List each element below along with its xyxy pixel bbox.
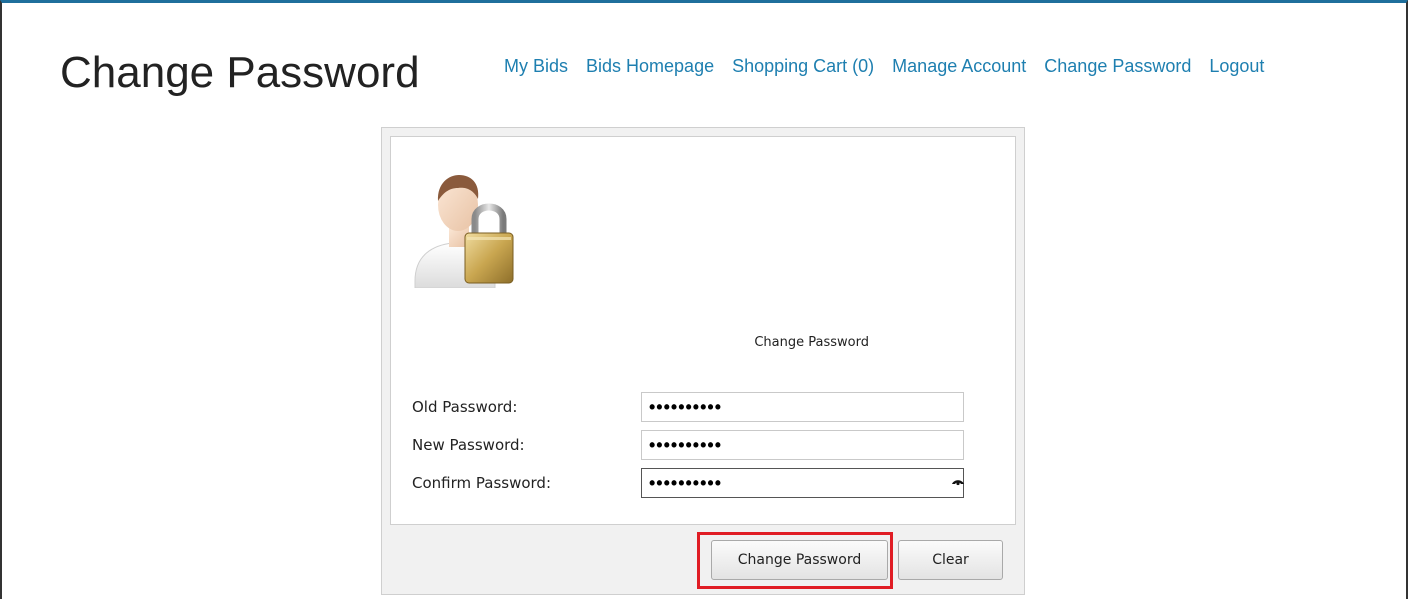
change-password-panel: Change Password [381,127,1025,595]
nav-manage-account[interactable]: Manage Account [892,56,1026,77]
new-password-label: New Password: [412,436,525,454]
old-password-label: Old Password: [412,398,518,416]
change-password-button[interactable]: Change Password [711,540,888,580]
old-password-row: Old Password: [412,392,972,422]
user-lock-icon [414,175,514,288]
eye-icon[interactable] [952,478,964,486]
confirm-password-input[interactable] [641,468,964,498]
confirm-password-row: Confirm Password: [412,468,972,498]
nav-logout[interactable]: Logout [1209,56,1264,77]
confirm-password-label: Confirm Password: [412,474,552,492]
nav-my-bids[interactable]: My Bids [504,56,568,77]
nav-bids-homepage[interactable]: Bids Homepage [586,56,714,77]
form-heading: Change Password [754,335,869,350]
nav-shopping-cart[interactable]: Shopping Cart (0) [732,56,874,77]
clear-button[interactable]: Clear [898,540,1003,580]
page-title: Change Password [60,48,420,97]
top-nav: My Bids Bids Homepage Shopping Cart (0) … [504,56,1264,77]
new-password-input[interactable] [641,430,964,460]
old-password-input[interactable] [641,392,964,422]
nav-change-password[interactable]: Change Password [1044,56,1191,77]
new-password-row: New Password: [412,430,972,460]
form-area: Change Password [390,136,1016,525]
